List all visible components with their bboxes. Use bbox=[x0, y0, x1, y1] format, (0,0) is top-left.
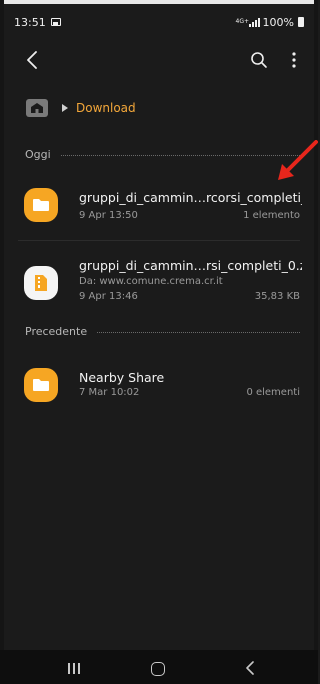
section-title: Precedente bbox=[25, 324, 88, 338]
signal-icon bbox=[248, 17, 260, 27]
row-divider bbox=[18, 240, 300, 241]
annotation-arrow-icon bbox=[278, 140, 318, 180]
zip-file-icon bbox=[24, 266, 58, 300]
file-date: 9 Apr 13:46 bbox=[79, 291, 138, 302]
status-bar: 13:51 4G+ 100% bbox=[14, 12, 304, 32]
home-folder-icon bbox=[31, 103, 43, 113]
section-title: Oggi bbox=[25, 147, 51, 161]
section-header-previous: Precedente bbox=[25, 323, 300, 339]
more-vertical-icon bbox=[292, 52, 296, 68]
window-left-border bbox=[0, 0, 4, 684]
section-divider bbox=[97, 331, 300, 333]
file-name: gruppi_di_cammin…rcorsi_completi_0 bbox=[79, 190, 302, 205]
network-type: 4G+ bbox=[235, 18, 250, 25]
section-divider bbox=[60, 154, 300, 156]
battery-percentage: 100% bbox=[262, 15, 294, 29]
toolbar bbox=[0, 44, 318, 76]
search-icon bbox=[251, 52, 267, 68]
nav-back-icon[interactable] bbox=[245, 661, 255, 675]
file-size: 35,83 KB bbox=[254, 291, 300, 302]
file-item-count: 0 elementi bbox=[246, 387, 300, 398]
more-options-button[interactable] bbox=[282, 48, 306, 72]
battery-icon bbox=[298, 17, 304, 27]
file-name: Nearby Share bbox=[79, 370, 165, 385]
window-right-border bbox=[314, 0, 318, 684]
file-row-zip-gruppi[interactable]: gruppi_di_cammin…rsi_completi_0.zip Da: … bbox=[0, 250, 318, 316]
gallery-notification-icon bbox=[50, 18, 61, 26]
file-date: 9 Apr 13:50 bbox=[79, 210, 138, 221]
breadcrumb: Download bbox=[26, 97, 136, 119]
file-row-folder-gruppi[interactable]: gruppi_di_cammin…rcorsi_completi_0 9 Apr… bbox=[0, 176, 318, 236]
folder-icon bbox=[24, 188, 58, 222]
file-date: 7 Mar 10:02 bbox=[79, 387, 140, 398]
file-item-count: 1 elemento bbox=[243, 210, 300, 221]
file-source: Da: www.comune.crema.cr.it bbox=[79, 276, 223, 287]
home-breadcrumb-button[interactable] bbox=[26, 99, 48, 117]
back-button[interactable] bbox=[20, 48, 44, 72]
system-navigation-bar bbox=[0, 650, 318, 684]
section-header-today: Oggi bbox=[25, 146, 300, 162]
file-row-folder-nearby-share[interactable]: Nearby Share 7 Mar 10:02 0 elementi bbox=[0, 356, 318, 416]
home-button[interactable] bbox=[151, 662, 165, 676]
file-name: gruppi_di_cammin…rsi_completi_0.zip bbox=[79, 258, 302, 273]
breadcrumb-separator-icon bbox=[62, 104, 68, 112]
status-time: 13:51 bbox=[14, 15, 46, 29]
search-button[interactable] bbox=[247, 48, 271, 72]
status-left: 13:51 bbox=[14, 16, 61, 29]
recent-apps-button[interactable] bbox=[68, 663, 80, 674]
breadcrumb-current-folder[interactable]: Download bbox=[76, 101, 136, 115]
back-arrow-icon bbox=[27, 51, 37, 69]
window-top-border bbox=[0, 0, 318, 4]
folder-icon bbox=[24, 368, 58, 402]
status-right: 4G+ 100% bbox=[236, 16, 304, 29]
